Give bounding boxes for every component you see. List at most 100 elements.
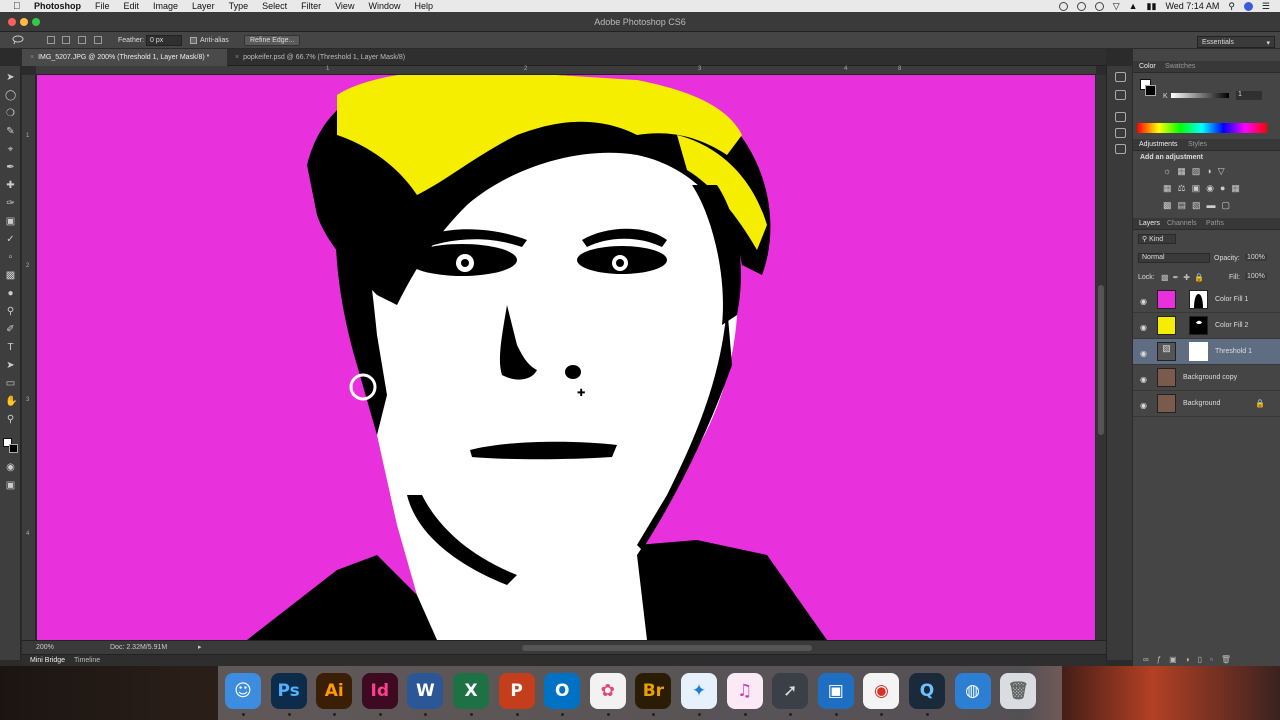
blend-mode-select[interactable]: Normal — [1138, 253, 1210, 263]
layer-row-color-fill-1[interactable]: ◉ Color Fill 1 — [1133, 287, 1280, 313]
dock-bridge-icon[interactable]: Br — [635, 673, 672, 709]
history-panel-icon[interactable] — [1115, 72, 1126, 82]
close-tab-icon[interactable]: × — [235, 54, 239, 61]
quick-mask-icon[interactable]: ◉ — [5, 462, 16, 473]
marquee-tool-icon[interactable]: ◯ — [5, 90, 16, 101]
layer-name[interactable]: Color Fill 2 — [1215, 322, 1248, 329]
move-tool-icon[interactable]: ➤ — [5, 72, 16, 83]
pen-tool-icon[interactable]: ✐ — [5, 324, 16, 335]
quick-select-tool-icon[interactable]: ✎ — [5, 126, 16, 137]
dock-photos-icon[interactable]: ✿ — [589, 673, 626, 709]
menu-type[interactable]: Type — [229, 1, 249, 11]
exposure-icon[interactable]: ◑ — [1206, 166, 1217, 176]
curves-icon[interactable]: ▨ — [1192, 166, 1207, 176]
color-balance-icon[interactable]: ⚖ — [1178, 183, 1192, 193]
k-value-input[interactable]: 1 — [1236, 91, 1262, 100]
dock-network-icon[interactable]: ◍ — [954, 673, 991, 709]
gradient-tool-icon[interactable]: ▩ — [5, 270, 16, 281]
vpn-icon[interactable] — [1094, 1, 1104, 11]
eraser-tool-icon[interactable]: ▫ — [5, 252, 16, 263]
brightness-icon[interactable]: ☼ — [1163, 166, 1177, 176]
type-tool-icon[interactable]: T — [5, 342, 16, 353]
layer-row-threshold-1[interactable]: ◉ ▧ Threshold 1 — [1133, 339, 1280, 365]
tab-timeline[interactable]: Timeline — [74, 657, 100, 664]
add-selection-mode-icon[interactable] — [62, 36, 70, 44]
photo-filter-icon[interactable]: ◉ — [1206, 183, 1220, 193]
menu-image[interactable]: Image — [153, 1, 178, 11]
scroll-thumb[interactable] — [1098, 285, 1104, 435]
layer-row-color-fill-2[interactable]: ◉ Color Fill 2 — [1133, 313, 1280, 339]
crop-tool-icon[interactable]: ⌖ — [5, 144, 16, 155]
rectangle-tool-icon[interactable]: ▭ — [5, 378, 16, 389]
workspace-switcher[interactable]: Essentials ▾ — [1197, 36, 1275, 48]
layer-name[interactable]: Background — [1183, 400, 1220, 407]
document-canvas[interactable]: ✚ — [37, 75, 1095, 640]
hue-saturation-icon[interactable]: ▦ — [1163, 183, 1178, 193]
menubar-clock[interactable]: Wed 7:14 AM — [1165, 1, 1219, 11]
spotlight-icon[interactable]: ⚲ — [1228, 1, 1235, 12]
lasso-tool-button-icon[interactable]: ❍ — [5, 108, 16, 119]
layer-row-background[interactable]: ◉ Background 🔒 — [1133, 391, 1280, 417]
refine-edge-button[interactable]: Refine Edge... — [244, 35, 301, 46]
black-white-icon[interactable]: ▣ — [1192, 183, 1207, 193]
apple-icon[interactable]:  — [13, 1, 22, 12]
tab-styles[interactable]: Styles — [1188, 141, 1207, 148]
selective-color-icon[interactable]: ▢ — [1222, 200, 1237, 210]
menu-select[interactable]: Select — [262, 1, 287, 11]
menu-edit[interactable]: Edit — [124, 1, 140, 11]
layer-name[interactable]: Threshold 1 — [1215, 348, 1252, 355]
tab-color[interactable]: Color — [1139, 63, 1156, 70]
status-menu-arrow-icon[interactable]: ▸ — [198, 643, 202, 651]
tab-layers[interactable]: Layers — [1139, 220, 1160, 227]
menu-filter[interactable]: Filter — [301, 1, 321, 11]
tab-popkeifer[interactable]: × popkeifer.psd @ 66.7% (Threshold 1, Lay… — [227, 49, 437, 66]
link-layers-icon[interactable]: ∞ — [1143, 655, 1157, 664]
vibrance-icon[interactable]: ▽ — [1218, 166, 1231, 176]
clone-stamp-tool-icon[interactable]: ▣ — [5, 216, 16, 227]
horizontal-scrollbar[interactable] — [522, 645, 812, 651]
k-slider[interactable] — [1171, 93, 1229, 98]
new-group-icon[interactable]: ▯ — [1198, 655, 1210, 664]
adobe-cc-icon[interactable] — [1076, 1, 1086, 11]
gradient-map-icon[interactable]: ▬ — [1207, 200, 1222, 210]
add-mask-icon[interactable]: ▣ — [1169, 655, 1185, 664]
brush-tool-icon[interactable]: ✑ — [5, 198, 16, 209]
dock-photoshop-icon[interactable]: Ps — [270, 673, 307, 709]
zoom-tool-icon[interactable]: ⚲ — [5, 414, 16, 425]
layer-style-icon[interactable]: ƒ — [1157, 655, 1169, 664]
dodge-tool-icon[interactable]: ⚲ — [5, 306, 16, 317]
close-tab-icon[interactable]: × — [30, 54, 34, 61]
volume-icon[interactable]: ▲ — [1129, 1, 1138, 11]
threshold-icon[interactable]: ▧ — [1192, 200, 1207, 210]
background-color-swatch[interactable] — [9, 444, 18, 453]
color-spectrum-ramp[interactable] — [1137, 123, 1267, 133]
layer-mask-thumbnail[interactable] — [1189, 316, 1208, 335]
dock-safari-icon[interactable]: ✦ — [681, 673, 717, 709]
dock-chrome-icon[interactable]: ◉ — [863, 673, 900, 709]
dock-excel-icon[interactable]: X — [453, 673, 489, 709]
background-color-chip[interactable] — [1145, 85, 1156, 96]
subtract-selection-mode-icon[interactable] — [78, 36, 86, 44]
hand-tool-icon[interactable]: ✋ — [5, 396, 17, 407]
tab-mini-bridge[interactable]: Mini Bridge — [30, 657, 65, 664]
delete-layer-icon[interactable]: 🗑 — [1221, 655, 1239, 664]
tab-channels[interactable]: Channels — [1167, 220, 1197, 227]
history-brush-tool-icon[interactable]: ✓ — [5, 234, 16, 245]
fill-input[interactable]: 100% — [1245, 273, 1267, 280]
opacity-input[interactable]: 100% — [1245, 254, 1267, 261]
notification-center-icon[interactable]: ☰ — [1262, 1, 1270, 12]
dock-trash-icon[interactable]: 🗑 — [1000, 673, 1037, 709]
intersect-selection-mode-icon[interactable] — [94, 36, 102, 44]
menu-window[interactable]: Window — [368, 1, 400, 11]
visibility-eye-icon[interactable]: ◉ — [1140, 349, 1147, 358]
adjustment-layer-icon[interactable]: ▧ — [1157, 342, 1176, 361]
dock-powerpoint-icon[interactable]: P — [498, 673, 535, 709]
anti-alias-checkbox[interactable] — [190, 37, 197, 44]
vertical-scrollbar[interactable] — [1096, 75, 1106, 640]
dock-outlook-icon[interactable]: O — [544, 673, 581, 709]
eyedropper-tool-icon[interactable]: ✒ — [5, 162, 16, 173]
layer-thumbnail[interactable] — [1157, 368, 1176, 387]
menu-view[interactable]: View — [335, 1, 354, 11]
paragraph-panel-icon[interactable] — [1115, 128, 1126, 138]
siri-icon[interactable] — [1243, 1, 1253, 11]
